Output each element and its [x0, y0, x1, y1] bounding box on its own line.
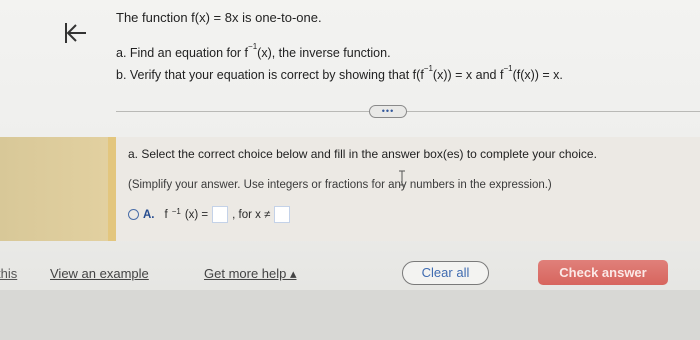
inverse-answer-box[interactable] — [212, 206, 229, 223]
check-answer-button[interactable]: Check answer — [538, 260, 668, 285]
domain-restriction-box[interactable] — [274, 206, 291, 223]
divider — [116, 111, 700, 112]
simplify-note: (Simplify your answer. Use integers or f… — [128, 179, 552, 191]
screen-bezel — [0, 290, 700, 340]
expand-more-button[interactable]: ••• — [369, 105, 407, 118]
clear-all-button[interactable]: Clear all — [402, 261, 489, 285]
choice-a-eq: (x) = — [184, 208, 209, 221]
page: The function f(x) = 8x is one-to-one. a.… — [0, 0, 700, 290]
choice-a-for: , for x ≠ — [232, 208, 271, 221]
choice-a-letter: A. — [143, 208, 155, 221]
left-highlight-strip — [0, 137, 108, 241]
back-arrow-icon[interactable] — [62, 20, 88, 46]
view-example-link[interactable]: View an example — [50, 266, 149, 281]
answer-instruction: a. Select the correct choice below and f… — [128, 147, 597, 161]
cut-off-link[interactable]: this — [0, 266, 17, 281]
question-part-b: b. Verify that your equation is correct … — [116, 64, 563, 83]
active-question-marker — [108, 137, 116, 241]
question-part-a: a. Find an equation for f−1(x), the inve… — [116, 42, 391, 61]
choice-a-f: f — [164, 208, 168, 221]
question-title: The function f(x) = 8x is one-to-one. — [116, 10, 322, 25]
get-more-help-link[interactable]: Get more help ▴ — [204, 266, 297, 282]
choice-a[interactable]: A. f −1 (x) = , for x ≠ — [128, 206, 291, 223]
choice-a-radio[interactable] — [128, 209, 139, 220]
text-cursor-icon — [399, 170, 405, 186]
